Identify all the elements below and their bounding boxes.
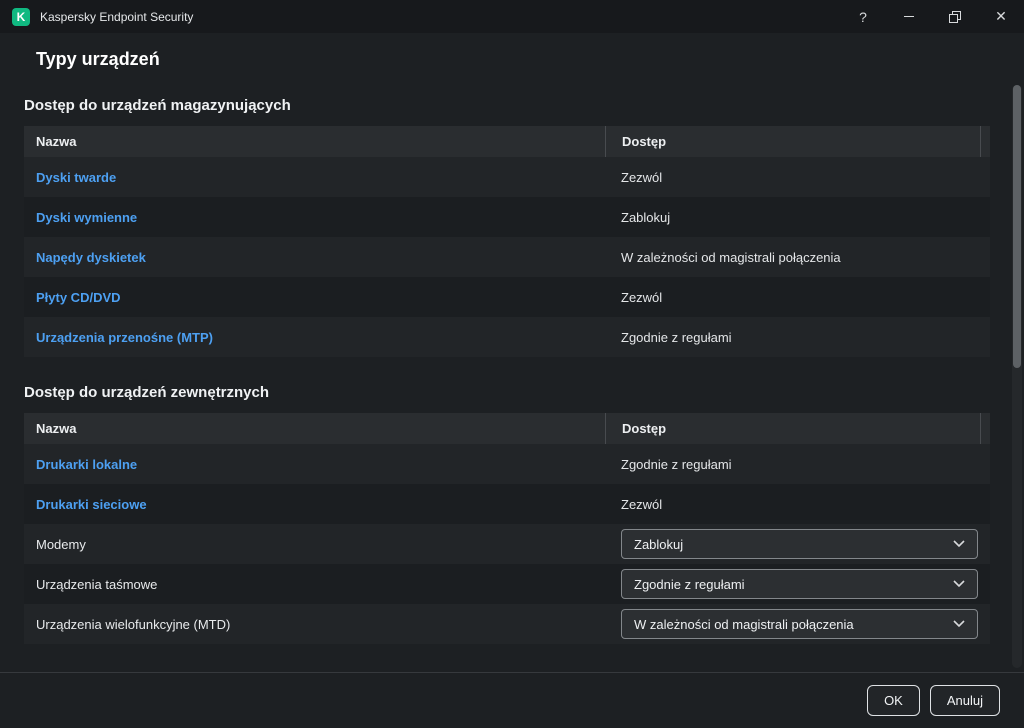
device-type-label: Modemy <box>36 537 86 552</box>
table-row: Dyski twarde Zezwól <box>24 157 990 197</box>
device-type-link[interactable]: Drukarki sieciowe <box>36 497 147 512</box>
access-value: Zgodnie z regułami <box>621 330 732 345</box>
column-header-access: Dostęp <box>605 413 980 444</box>
column-header-name: Nazwa <box>24 134 605 149</box>
footer-bar: OK Anuluj <box>0 672 1024 728</box>
device-type-link[interactable]: Dyski wymienne <box>36 210 137 225</box>
table-row: Modemy Zablokuj <box>24 524 990 564</box>
device-type-link[interactable]: Płyty CD/DVD <box>36 290 121 305</box>
window-controls: ? ✕ <box>840 0 1024 33</box>
titlebar: K Kaspersky Endpoint Security ? ✕ <box>0 0 1024 33</box>
access-value: Zablokuj <box>621 210 670 225</box>
ok-button[interactable]: OK <box>867 685 920 716</box>
storage-devices-table: Nazwa Dostęp Dyski twarde Zezwól Dyski w… <box>24 126 990 357</box>
device-type-link[interactable]: Drukarki lokalne <box>36 457 137 472</box>
selected-option: Zgodnie z regułami <box>634 577 745 592</box>
kaspersky-logo-icon: K <box>12 8 30 26</box>
chevron-down-icon <box>953 540 965 548</box>
maximize-button[interactable] <box>932 0 978 33</box>
table-header: Nazwa Dostęp <box>24 126 990 157</box>
vertical-scrollbar[interactable] <box>1012 85 1022 668</box>
table-row: Drukarki sieciowe Zezwól <box>24 484 990 524</box>
table-row: Napędy dyskietek W zależności od magistr… <box>24 237 990 277</box>
column-header-access: Dostęp <box>605 126 980 157</box>
chevron-down-icon <box>953 580 965 588</box>
table-body: Drukarki lokalne Zgodnie z regułami Druk… <box>24 444 990 644</box>
access-select[interactable]: Zgodnie z regułami <box>621 569 978 599</box>
minimize-button[interactable] <box>886 0 932 33</box>
section-heading-external: Dostęp do urządzeń zewnętrznych <box>24 384 990 401</box>
access-value: Zezwól <box>621 170 662 185</box>
column-header-end <box>980 126 990 157</box>
table-row: Urządzenia taśmowe Zgodnie z regułami <box>24 564 990 604</box>
column-header-end <box>980 413 990 444</box>
access-value: W zależności od magistrali połączenia <box>621 250 841 265</box>
minimize-icon <box>904 16 914 17</box>
device-type-link[interactable]: Urządzenia przenośne (MTP) <box>36 330 213 345</box>
table-row: Urządzenia przenośne (MTP) Zgodnie z reg… <box>24 317 990 357</box>
device-type-link[interactable]: Napędy dyskietek <box>36 250 146 265</box>
selected-option: W zależności od magistrali połączenia <box>634 617 854 632</box>
content-area: Typy urządzeń Dostęp do urządzeń magazyn… <box>0 33 1024 672</box>
page-title: Typy urządzeń <box>36 49 990 70</box>
app-title: Kaspersky Endpoint Security <box>40 10 193 24</box>
table-row: Płyty CD/DVD Zezwól <box>24 277 990 317</box>
section-heading-storage: Dostęp do urządzeń magazynujących <box>24 97 990 114</box>
access-select[interactable]: W zależności od magistrali połączenia <box>621 609 978 639</box>
help-button[interactable]: ? <box>840 0 886 33</box>
access-value: Zgodnie z regułami <box>621 457 732 472</box>
table-row: Urządzenia wielofunkcyjne (MTD) W zależn… <box>24 604 990 644</box>
access-value: Zezwól <box>621 497 662 512</box>
chevron-down-icon <box>953 620 965 628</box>
access-select[interactable]: Zablokuj <box>621 529 978 559</box>
table-header: Nazwa Dostęp <box>24 413 990 444</box>
table-row: Drukarki lokalne Zgodnie z regułami <box>24 444 990 484</box>
table-body: Dyski twarde Zezwól Dyski wymienne Zablo… <box>24 157 990 357</box>
scrollbar-thumb[interactable] <box>1013 85 1021 368</box>
table-row: Dyski wymienne Zablokuj <box>24 197 990 237</box>
device-type-link[interactable]: Dyski twarde <box>36 170 116 185</box>
external-devices-table: Nazwa Dostęp Drukarki lokalne Zgodnie z … <box>24 413 990 644</box>
device-type-label: Urządzenia taśmowe <box>36 577 157 592</box>
close-button[interactable]: ✕ <box>978 0 1024 33</box>
selected-option: Zablokuj <box>634 537 683 552</box>
cancel-button[interactable]: Anuluj <box>930 685 1000 716</box>
device-type-label: Urządzenia wielofunkcyjne (MTD) <box>36 617 230 632</box>
column-header-name: Nazwa <box>24 421 605 436</box>
access-value: Zezwól <box>621 290 662 305</box>
restore-icon <box>949 11 961 23</box>
